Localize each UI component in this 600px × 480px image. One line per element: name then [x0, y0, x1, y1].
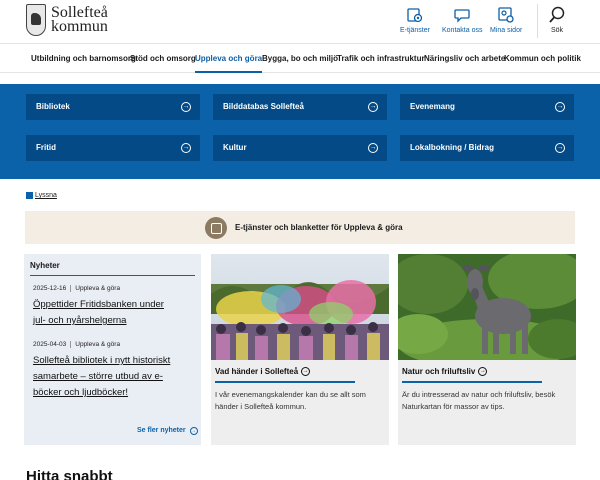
- contact-link[interactable]: Kontakta oss: [442, 6, 482, 34]
- more-news-label: Se fler nyheter: [137, 427, 186, 434]
- news-link-line: böcker och ljudböcker!: [33, 387, 129, 398]
- arrow-right-icon: →: [368, 102, 378, 112]
- tile-bilddatabas[interactable]: Bilddatabas Sollefteå →: [213, 94, 387, 120]
- nav-utbildning[interactable]: Utbildning och barnomsorg: [31, 44, 136, 73]
- speaker-icon: [26, 192, 33, 199]
- site-logo[interactable]: Sollefteå kommun: [26, 4, 108, 36]
- moose-photo: [398, 254, 576, 360]
- news-link-2[interactable]: Sollefteå bibliotek i nytt historiskt sa…: [33, 353, 203, 401]
- form-icon: [205, 217, 227, 239]
- card-text-line: I vår evenemangskalender kan du se allt …: [215, 390, 366, 399]
- nature-card[interactable]: Natur och friluftsliv → Är du intresserad…: [398, 254, 576, 445]
- chat-icon: [454, 9, 470, 23]
- news-link-line: jul- och nyårshelgerna: [33, 315, 127, 326]
- main-navigation: Utbildning och barnomsorg Stöd och omsor…: [0, 43, 600, 73]
- nav-trafik[interactable]: Trafik och infrastruktur: [337, 44, 425, 73]
- logo-line2: kommun: [51, 18, 108, 35]
- my-pages-link[interactable]: Mina sidor: [490, 6, 522, 34]
- arrow-right-icon: →: [555, 143, 565, 153]
- nav-stod-omsorg[interactable]: Stöd och omsorg: [130, 44, 196, 73]
- arrow-right-icon: →: [368, 143, 378, 153]
- card-text-line: Naturkartan för massor av tips.: [402, 402, 505, 411]
- listen-button[interactable]: Lyssna: [26, 192, 57, 199]
- category-band: Bibliotek → Bilddatabas Sollefteå → Even…: [0, 84, 600, 179]
- news-link-line: Öppettider Fritidsbanken under: [33, 299, 164, 310]
- card-divider: [215, 381, 355, 383]
- events-card[interactable]: Vad händer i Sollefteå → I vår evenemangs…: [211, 254, 389, 445]
- arrow-right-icon: →: [301, 367, 311, 377]
- header-divider: [537, 4, 538, 38]
- profile-gear-icon: [498, 7, 514, 23]
- arrow-right-icon: →: [478, 367, 488, 377]
- nature-card-title-text: Natur och friluftsliv: [402, 367, 476, 376]
- nav-uppleva[interactable]: Uppleva och göra: [195, 44, 263, 73]
- e-services-label: E-tjänster: [400, 27, 430, 34]
- arrow-right-icon: →: [555, 102, 565, 112]
- festival-photo: [211, 254, 389, 360]
- news-link-line: Sollefteå bibliotek i nytt historiskt: [33, 355, 171, 366]
- news-heading: Nyheter: [30, 261, 60, 270]
- nature-card-title: Natur och friluftsliv →: [402, 367, 488, 377]
- news-link-1[interactable]: Öppettider Fritidsbanken under jul- och …: [33, 297, 193, 329]
- tile-lokalbokning[interactable]: Lokalbokning / Bidrag →: [400, 135, 574, 161]
- events-card-title: Vad händer i Sollefteå →: [215, 367, 311, 377]
- nav-kommun[interactable]: Kommun och politik: [504, 44, 581, 73]
- tile-label: Bibliotek: [36, 102, 70, 111]
- e-services-banner-label: E-tjänster och blanketter för Uppleva & …: [235, 223, 403, 232]
- more-news-link[interactable]: Se fler nyheter →: [137, 427, 198, 435]
- arrow-right-icon: →: [181, 143, 191, 153]
- search-icon: [549, 6, 565, 23]
- tile-label: Fritid: [36, 143, 56, 152]
- news-category: Uppleva & göra: [75, 341, 121, 349]
- tile-label: Lokalbokning / Bidrag: [410, 143, 495, 152]
- arrow-right-icon: →: [189, 427, 198, 435]
- tile-label: Bilddatabas Sollefteå: [223, 102, 304, 111]
- contact-label: Kontakta oss: [442, 27, 483, 34]
- tile-fritid[interactable]: Fritid →: [26, 135, 200, 161]
- search-button[interactable]: Sök: [548, 5, 566, 34]
- my-pages-label: Mina sidor: [490, 27, 523, 34]
- events-card-text: I vår evenemangskalender kan du se allt …: [215, 389, 383, 413]
- news-category: Uppleva & göra: [75, 285, 121, 293]
- arrow-right-icon: →: [181, 102, 191, 112]
- coat-of-arms-icon: [26, 4, 46, 36]
- tile-kultur[interactable]: Kultur →: [213, 135, 387, 161]
- nav-naringsliv[interactable]: Näringsliv och arbete: [424, 44, 505, 73]
- card-divider: [402, 381, 542, 383]
- news-date: 2025-12-16: [33, 285, 67, 293]
- search-label: Sök: [550, 27, 564, 34]
- events-card-title-text: Vad händer i Sollefteå: [215, 367, 299, 376]
- tile-label: Evenemang: [410, 102, 455, 111]
- site-header: Sollefteå kommun E-tjänster Kontakta oss…: [0, 0, 600, 42]
- tile-bibliotek[interactable]: Bibliotek →: [26, 94, 200, 120]
- tile-evenemang[interactable]: Evenemang →: [400, 94, 574, 120]
- gear-icon: [407, 8, 423, 23]
- news-date: 2025-04-03: [33, 341, 67, 349]
- news-box: Nyheter 2025-12-16 Uppleva & göra Öppetti…: [24, 254, 201, 445]
- e-services-banner[interactable]: E-tjänster och blanketter för Uppleva & …: [25, 211, 575, 244]
- card-text-line: händer i Sollefteå kommun.: [215, 402, 307, 411]
- news-meta: 2025-12-16 Uppleva & göra: [33, 285, 120, 292]
- quick-links-heading: Hitta snabbt: [26, 468, 113, 480]
- nav-bygga[interactable]: Bygga, bo och miljö: [262, 44, 338, 73]
- nature-card-text: Är du intresserad av natur och friluftsl…: [402, 389, 570, 413]
- news-meta: 2025-04-03 Uppleva & göra: [33, 341, 120, 348]
- news-divider: [30, 275, 195, 276]
- tile-label: Kultur: [223, 143, 247, 152]
- card-text-line: Är du intresserad av natur och friluftsl…: [402, 390, 556, 399]
- e-services-link[interactable]: E-tjänster: [400, 6, 430, 34]
- news-link-line: samarbete – större utbud av e-: [33, 371, 163, 382]
- listen-label: Lyssna: [35, 192, 57, 199]
